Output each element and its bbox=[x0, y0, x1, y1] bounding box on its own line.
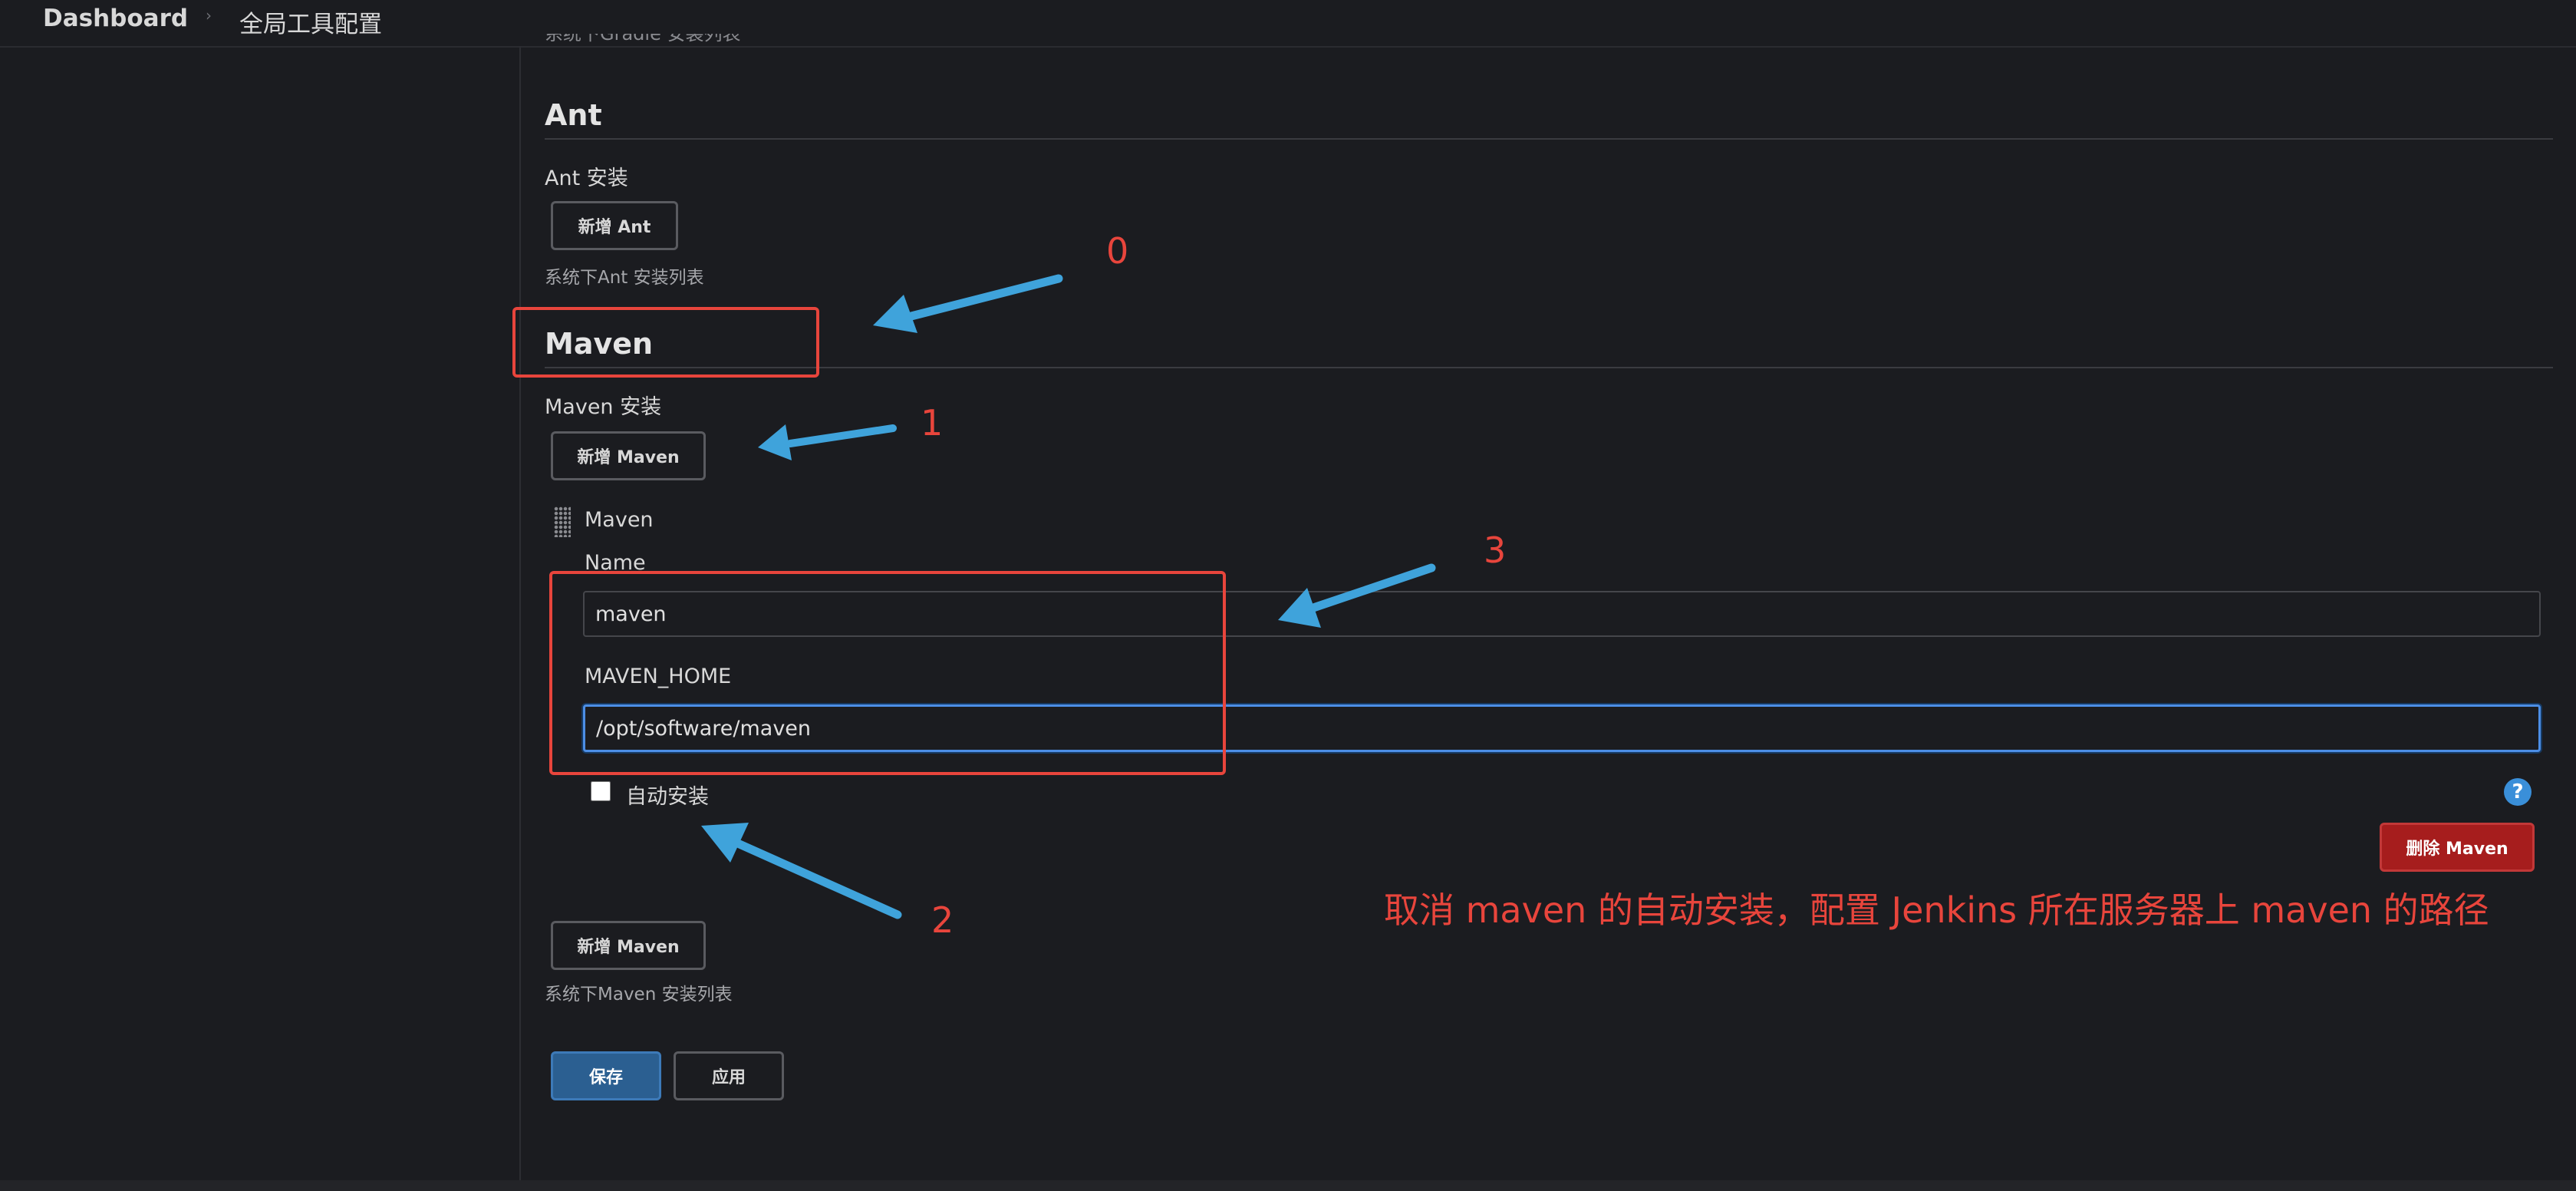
annotation-arrow-0 bbox=[873, 274, 1063, 333]
annotation-arrow-2 bbox=[701, 823, 902, 919]
bottom-border bbox=[0, 1180, 2576, 1191]
annotation-arrows bbox=[701, 274, 1436, 919]
annotation-arrow-3 bbox=[1278, 563, 1436, 628]
annotation-arrow-1 bbox=[758, 424, 897, 460]
